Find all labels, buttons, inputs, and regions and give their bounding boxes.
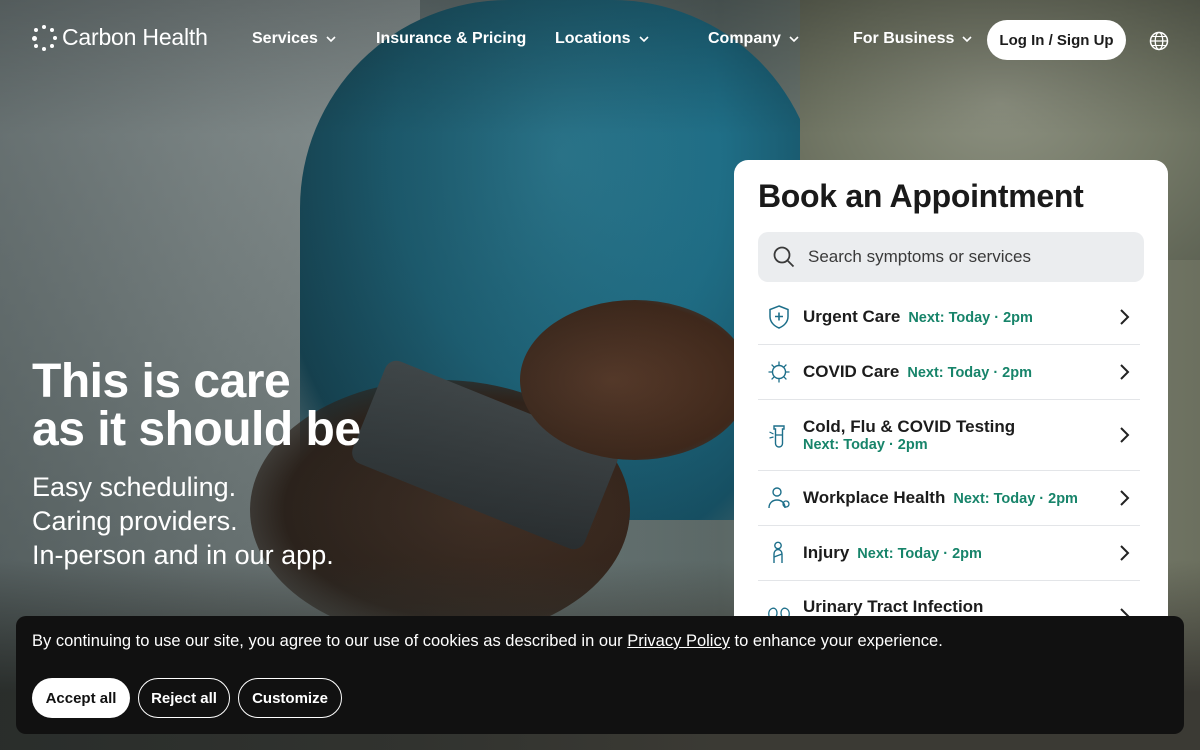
service-next-availability: Next: Today · 2pm (907, 365, 1032, 381)
customize-button[interactable]: Customize (238, 678, 342, 718)
service-name: Urgent Care (803, 307, 901, 326)
hero-title-line-1: This is care (32, 355, 291, 408)
brand-logo[interactable]: Carbon Health (32, 24, 208, 51)
nav-services-label: Services (252, 30, 318, 47)
chevron-right-icon (1120, 490, 1130, 506)
nav-locations-label: Locations (555, 30, 631, 47)
chevron-down-icon (962, 36, 972, 43)
booking-card: Book an Appointment Urgent Care Next: To… (734, 160, 1168, 630)
chevron-right-icon (1120, 309, 1130, 325)
brand-name: Carbon Health (62, 24, 208, 50)
cookie-text-after: to enhance your experience. (729, 632, 943, 650)
service-name: COVID Care (803, 362, 900, 381)
virus-icon (768, 361, 790, 383)
privacy-policy-link[interactable]: Privacy Policy (627, 632, 730, 650)
service-row-workplace-health[interactable]: Workplace Health Next: Today · 2pm (758, 471, 1140, 526)
nav-company-label: Company (708, 30, 781, 47)
service-text: Urinary Tract Infection (803, 597, 1116, 617)
service-next-availability: Next: Today · 2pm (908, 310, 1033, 326)
nav-company[interactable]: Company (708, 30, 801, 48)
service-text: Urgent Care Next: Today · 2pm (803, 307, 1116, 327)
worker-icon (768, 487, 790, 509)
nav-services[interactable]: Services (252, 30, 338, 48)
cookie-text-before: By continuing to use our site, you agree… (32, 632, 628, 650)
nav-insurance-label: Insurance & Pricing (376, 30, 527, 47)
chevron-right-icon (1120, 545, 1130, 561)
hero-sub-line-2: Caring providers. (32, 506, 238, 536)
service-name: Workplace Health (803, 488, 946, 507)
hero-sub-line-1: Easy scheduling. (32, 472, 237, 502)
chevron-right-icon (1120, 364, 1130, 380)
hero-sub-line-3: In-person and in our app. (32, 540, 334, 570)
service-text: Injury Next: Today · 2pm (803, 543, 1116, 563)
service-search[interactable] (758, 232, 1144, 282)
service-row-covid-care[interactable]: COVID Care Next: Today · 2pm (758, 345, 1140, 400)
service-next-availability: Next: Today · 2pm (953, 491, 1078, 507)
service-row-cold-flu-covid-testing[interactable]: Cold, Flu & COVID Testing Next: Today · … (758, 400, 1140, 471)
nav-for-business[interactable]: For Business (853, 30, 974, 48)
login-signup-button[interactable]: Log In / Sign Up (987, 20, 1126, 60)
shield-plus-icon (769, 305, 789, 329)
service-name: Cold, Flu & COVID Testing (803, 417, 1016, 436)
service-text: Workplace Health Next: Today · 2pm (803, 488, 1116, 508)
carbon-logo-icon (32, 24, 57, 51)
service-name: Urinary Tract Infection (803, 597, 984, 616)
hero-title: This is care as it should be (32, 358, 361, 454)
nav-insurance-pricing[interactable]: Insurance & Pricing (376, 30, 526, 48)
service-next-availability: Next: Today · 2pm (857, 546, 982, 562)
service-row-injury[interactable]: Injury Next: Today · 2pm (758, 526, 1140, 581)
service-text: COVID Care Next: Today · 2pm (803, 362, 1116, 382)
chevron-right-icon (1120, 427, 1130, 443)
chevron-down-icon (638, 36, 649, 43)
reject-all-button[interactable]: Reject all (138, 678, 230, 718)
globe-icon[interactable] (1148, 30, 1170, 52)
nav-locations[interactable]: Locations (555, 30, 651, 48)
cookie-banner: By continuing to use our site, you agree… (16, 616, 1184, 734)
search-icon (773, 246, 795, 268)
service-row-urgent-care[interactable]: Urgent Care Next: Today · 2pm (758, 290, 1140, 345)
accept-all-button[interactable]: Accept all (32, 678, 130, 718)
search-input[interactable] (808, 247, 1128, 267)
chevron-down-icon (789, 36, 799, 43)
hero-subtitle: Easy scheduling. Caring providers. In-pe… (32, 470, 334, 572)
service-name: Injury (803, 543, 850, 562)
site-header: Carbon Health Services Insurance & Prici… (0, 0, 1200, 80)
hero-title-line-2: as it should be (32, 403, 361, 456)
service-next-availability: Next: Today · 2pm (803, 437, 928, 453)
booking-title: Book an Appointment (758, 178, 1084, 214)
nav-business-label: For Business (853, 30, 955, 47)
cookie-message: By continuing to use our site, you agree… (32, 632, 943, 651)
chevron-down-icon (326, 36, 336, 43)
service-text: Cold, Flu & COVID Testing Next: Today · … (803, 417, 1116, 453)
test-tube-icon (769, 425, 785, 448)
bandage-icon (773, 541, 783, 563)
